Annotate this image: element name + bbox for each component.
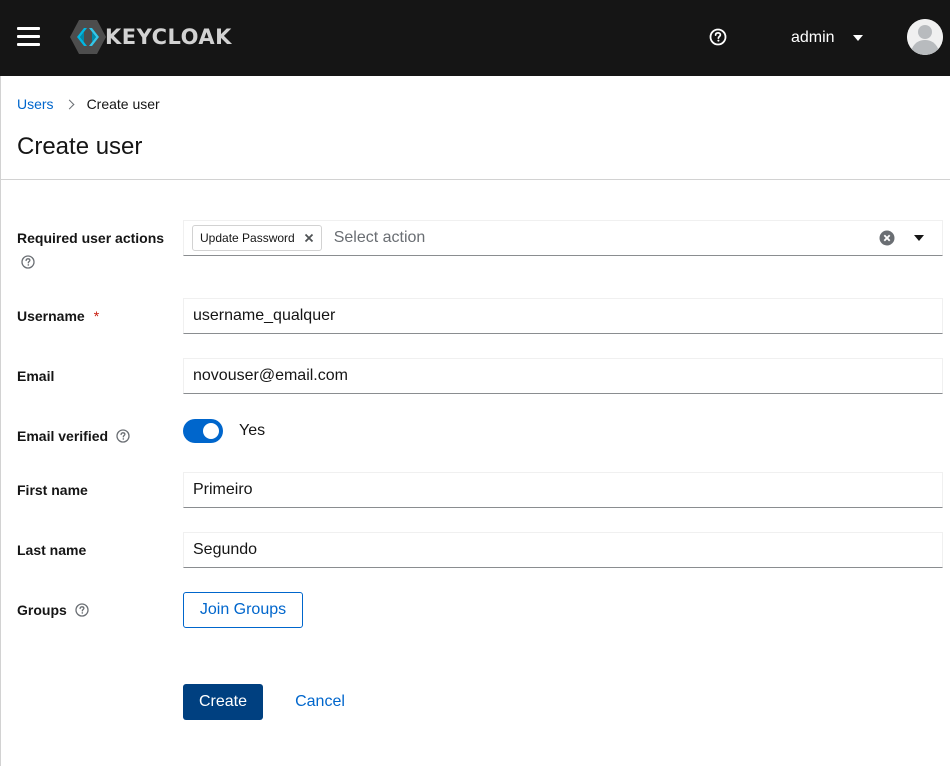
email-label: Email xyxy=(17,368,54,384)
help-icon[interactable] xyxy=(21,255,35,269)
last-name-value: Segundo xyxy=(193,541,258,558)
cancel-button[interactable]: Cancel xyxy=(284,684,356,720)
required-actions-label: Required user actions xyxy=(17,230,164,246)
username-label: Username * xyxy=(17,308,99,324)
avatar[interactable] xyxy=(907,19,943,55)
email-verified-state: Yes xyxy=(239,422,266,439)
first-name-label-text: First name xyxy=(17,482,88,498)
email-value: novouser@email.com xyxy=(193,367,348,384)
keycloak-logo-icon xyxy=(70,20,106,54)
required-marker: * xyxy=(93,308,100,324)
required-actions-label-text: Required user actions xyxy=(17,230,165,246)
help-icon[interactable] xyxy=(116,429,130,443)
last-name-label: Last name xyxy=(17,542,86,558)
masthead: KEYCLOAK admin xyxy=(0,0,950,76)
help-icon[interactable] xyxy=(75,603,89,617)
brand-name: KEYCLOAK xyxy=(105,25,232,49)
section-divider xyxy=(0,179,950,180)
caret-down-icon xyxy=(852,35,863,41)
email-field[interactable]: novouser@email.com xyxy=(183,358,943,394)
user-avatar-icon xyxy=(907,19,943,55)
email-verified-label: Email verified xyxy=(17,428,130,444)
groups-label: Groups xyxy=(17,602,89,618)
toggle-knob xyxy=(203,423,219,439)
create-button[interactable]: Create xyxy=(183,684,263,720)
help-circle-icon[interactable] xyxy=(709,28,727,46)
clear-all-icon[interactable] xyxy=(879,230,895,246)
close-icon[interactable] xyxy=(304,233,314,243)
breadcrumb-current: Create user xyxy=(86,96,160,112)
username-field[interactable]: username_qualquer xyxy=(183,298,943,334)
chip-label: Update Password xyxy=(200,231,295,245)
join-groups-button[interactable]: Join Groups xyxy=(183,592,303,628)
chevron-right-icon xyxy=(64,99,75,109)
chip-update-password: Update Password xyxy=(192,225,322,251)
user-dropdown[interactable]: admin xyxy=(791,26,863,50)
first-name-label: First name xyxy=(17,482,88,498)
first-name-value: Primeiro xyxy=(193,481,253,498)
user-name: admin xyxy=(791,29,835,46)
breadcrumb-users-link[interactable]: Users xyxy=(17,96,54,112)
last-name-label-text: Last name xyxy=(17,542,87,558)
email-verified-toggle[interactable] xyxy=(183,419,223,443)
breadcrumb: Users Create user xyxy=(17,96,160,112)
username-value: username_qualquer xyxy=(193,307,336,324)
required-actions-select[interactable]: Update Password Select action xyxy=(183,220,943,256)
caret-down-icon[interactable] xyxy=(914,235,924,241)
username-label-text: Username xyxy=(17,308,85,324)
groups-label-text: Groups xyxy=(17,602,67,618)
email-label-text: Email xyxy=(17,368,55,384)
select-action-placeholder[interactable]: Select action xyxy=(334,229,426,247)
page-title: Create user xyxy=(17,133,143,160)
last-name-field[interactable]: Segundo xyxy=(183,532,943,568)
hamburger-menu-icon[interactable] xyxy=(17,27,40,47)
first-name-field[interactable]: Primeiro xyxy=(183,472,943,508)
keycloak-logo[interactable]: KEYCLOAK xyxy=(69,19,232,55)
email-verified-label-text: Email verified xyxy=(17,428,109,444)
